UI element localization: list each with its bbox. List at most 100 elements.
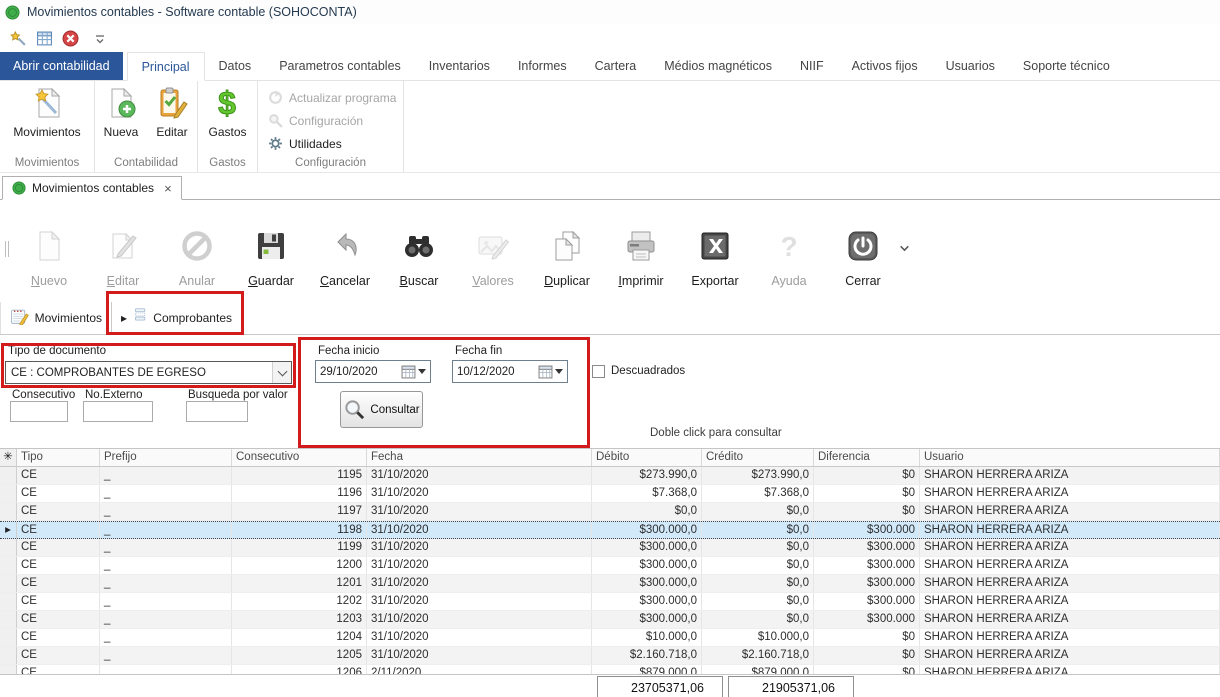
table-row[interactable]: CE_120131/10/2020$300.000,0$0,0$300.000S… <box>0 575 1220 593</box>
table-row[interactable]: CE_119931/10/2020$300.000,0$0,0$300.000S… <box>0 539 1220 557</box>
column-header-fecha[interactable]: Fecha <box>367 449 592 466</box>
dropdown-arrow-icon[interactable] <box>555 369 563 374</box>
close-red-icon[interactable] <box>62 30 79 47</box>
ribbon-button-nueva[interactable]: Nueva <box>95 81 147 139</box>
column-header-debito[interactable]: Débito <box>592 449 702 466</box>
cell-usuario: SHARON HERRERA ARIZA <box>920 647 1220 664</box>
table-row[interactable]: ▸CE_119831/10/2020$300.000,0$0,0$300.000… <box>0 521 1220 539</box>
toolbar-button-ayuda[interactable]: ?Ayuda <box>752 213 826 288</box>
table-row[interactable]: CE_12062/11/2020$879.000,0$879.000,0$0SH… <box>0 665 1220 674</box>
cell-consecutivo: 1196 <box>232 485 367 502</box>
tipo-documento-value: CE : COMPROBANTES DE EGRESO <box>6 367 272 379</box>
toolbar-button-cancelar[interactable]: Cancelar <box>308 213 382 288</box>
row-selector-cell <box>0 503 17 520</box>
toolbar-button-cerrar[interactable]: Cerrar <box>826 213 900 288</box>
consecutivo-input[interactable] <box>10 401 68 422</box>
consultar-button[interactable]: Consultar <box>340 391 423 428</box>
calendar-icon[interactable] <box>538 364 553 379</box>
ribbon-tab-inventarios[interactable]: Inventarios <box>415 52 504 80</box>
ribbon-tab-datos[interactable]: Datos <box>205 52 266 80</box>
consecutivo-label: Consecutivo <box>12 389 75 401</box>
customize-toolbar-icon[interactable] <box>94 32 106 44</box>
tab-label: Comprobantes <box>153 311 232 325</box>
dropdown-arrow-icon[interactable] <box>418 369 426 374</box>
table-row[interactable]: CE_119631/10/2020$7.368,0$7.368,0$0SHARO… <box>0 485 1220 503</box>
ribbon-tab-parametros-contables[interactable]: Parametros contables <box>265 52 415 80</box>
toolbar-button-label: Cerrar <box>845 274 880 288</box>
excel-icon <box>698 229 732 263</box>
ribbon-tab-cartera[interactable]: Cartera <box>581 52 651 80</box>
ribbon-tab-usuarios[interactable]: Usuarios <box>932 52 1009 80</box>
fecha-inicio-input[interactable]: 29/10/2020 <box>315 360 431 383</box>
ribbon-button-movimientos[interactable]: Movimientos <box>13 81 80 139</box>
toolbar-button-label: Buscar <box>400 274 439 288</box>
table-row[interactable]: CE_120331/10/2020$300.000,0$0,0$300.000S… <box>0 611 1220 629</box>
tab-movimientos-contables[interactable]: Movimientos contables × <box>2 176 182 200</box>
cell-diferencia: $300.000 <box>814 575 920 592</box>
column-header-tipo[interactable]: Tipo <box>17 449 100 466</box>
help-icon: ? <box>772 229 806 263</box>
table-icon[interactable] <box>36 30 53 47</box>
cell-usuario: SHARON HERRERA ARIZA <box>920 629 1220 646</box>
column-header-credito[interactable]: Crédito <box>702 449 814 466</box>
ribbon-tab-informes[interactable]: Informes <box>504 52 581 80</box>
table-row[interactable]: CE_119531/10/2020$273.990,0$273.990,0$0S… <box>0 467 1220 485</box>
cell-fecha: 31/10/2020 <box>367 575 592 592</box>
wand-icon[interactable] <box>10 30 27 47</box>
cell-tipo: CE <box>17 665 100 674</box>
ribbon-button-configuracion[interactable]: Configuración <box>268 109 403 132</box>
ribbon-tab-soporte-tecnico[interactable]: Soporte técnico <box>1009 52 1124 80</box>
document-tab-strip: Movimientos contables × <box>0 176 1220 200</box>
tab-comprobantes[interactable]: ▸ Comprobantes <box>112 302 242 334</box>
toolbar-button-editar[interactable]: Editar <box>86 213 160 288</box>
toolbar-overflow-icon[interactable] <box>898 242 911 255</box>
toolbar-grip[interactable] <box>5 241 9 257</box>
ribbon-tab-abrir-contabilidad[interactable]: Abrir contabilidad <box>0 52 123 80</box>
cell-credito: $0,0 <box>702 539 814 556</box>
chevron-down-icon[interactable] <box>272 362 291 383</box>
toolbar-button-imprimir[interactable]: Imprimir <box>604 213 678 288</box>
table-row[interactable]: CE_120431/10/2020$10.000,0$10.000,0$0SHA… <box>0 629 1220 647</box>
results-grid: ✳TipoPrefijoConsecutivoFechaDébitoCrédit… <box>0 448 1220 675</box>
toolbar-button-exportar[interactable]: Exportar <box>678 213 752 288</box>
table-row[interactable]: CE_120531/10/2020$2.160.718,0$2.160.718,… <box>0 647 1220 665</box>
ribbon-button-label: Movimientos <box>13 125 80 139</box>
toolbar-button-label: Imprimir <box>618 274 663 288</box>
ribbon-button-gastos[interactable]: $ Gastos <box>208 81 246 139</box>
toolbar-button-anular[interactable]: Anular <box>160 213 234 288</box>
close-tab-icon[interactable]: × <box>164 181 172 196</box>
ribbon-tab-niif[interactable]: NIIF <box>786 52 838 80</box>
fecha-fin-input[interactable]: 10/12/2020 <box>452 360 568 383</box>
toolbar-button-guardar[interactable]: Guardar <box>234 213 308 288</box>
row-selector-cell <box>0 485 17 502</box>
no-externo-input[interactable] <box>83 401 153 422</box>
toolbar-button-duplicar[interactable]: Duplicar <box>530 213 604 288</box>
column-header-selector[interactable]: ✳ <box>0 449 17 466</box>
ribbon-tab-medios-magneticos[interactable]: Médios magnéticos <box>650 52 786 80</box>
tipo-documento-select[interactable]: CE : COMPROBANTES DE EGRESO <box>5 361 292 384</box>
descuadrados-checkbox[interactable] <box>592 365 605 378</box>
toolbar-button-valores[interactable]: Valores <box>456 213 530 288</box>
ribbon-button-label: Actualizar programa <box>289 91 396 105</box>
cell-consecutivo: 1204 <box>232 629 367 646</box>
column-header-consecutivo[interactable]: Consecutivo <box>232 449 367 466</box>
ribbon-tab-activos-fijos[interactable]: Activos fijos <box>838 52 932 80</box>
cell-prefijo: _ <box>100 539 232 556</box>
ribbon-button-editar[interactable]: Editar <box>147 81 197 139</box>
column-header-diferencia[interactable]: Diferencia <box>814 449 920 466</box>
ribbon-button-utilidades[interactable]: Utilidades <box>268 132 403 155</box>
toolbar-button-buscar[interactable]: Buscar <box>382 213 456 288</box>
busqueda-valor-input[interactable] <box>186 401 248 422</box>
tab-movimientos[interactable]: Movimientos <box>0 302 112 334</box>
table-row[interactable]: CE_119731/10/2020$0,0$0,0$0SHARON HERRER… <box>0 503 1220 521</box>
column-header-prefijo[interactable]: Prefijo <box>100 449 232 466</box>
toolbar-button-label: Editar <box>107 274 140 288</box>
table-row[interactable]: CE_120231/10/2020$300.000,0$0,0$300.000S… <box>0 593 1220 611</box>
calendar-icon[interactable] <box>401 364 416 379</box>
cell-diferencia: $0 <box>814 647 920 664</box>
table-row[interactable]: CE_120031/10/2020$300.000,0$0,0$300.000S… <box>0 557 1220 575</box>
column-header-usuario[interactable]: Usuario <box>920 449 1220 466</box>
toolbar-button-nuevo[interactable]: Nuevo <box>12 213 86 288</box>
ribbon-button-actualizar-programa[interactable]: Actualizar programa <box>268 86 403 109</box>
ribbon-tab-principal[interactable]: Principal <box>127 52 205 81</box>
